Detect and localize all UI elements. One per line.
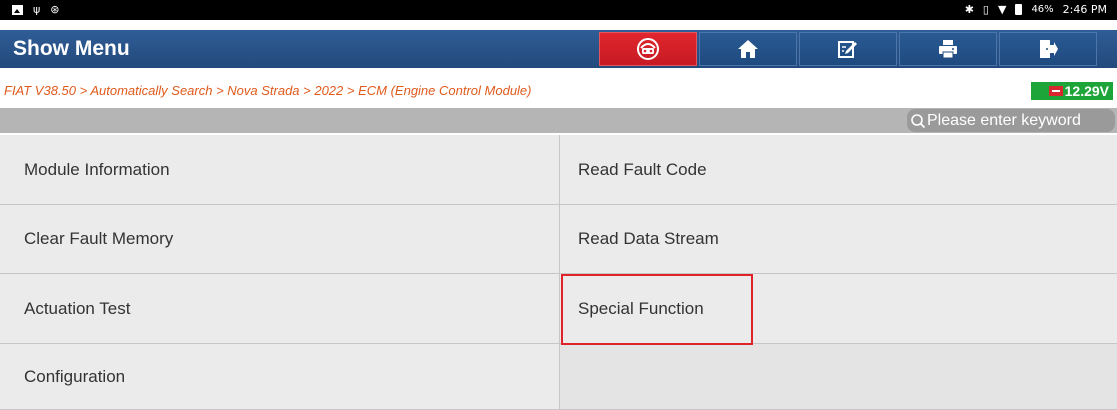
diagnostic-button[interactable]	[599, 32, 697, 66]
car-battery-icon	[1048, 86, 1063, 96]
exit-button[interactable]	[999, 32, 1097, 66]
status-bar: ψ ⊛ ✱ ▯ ▼ 46% 2:46 PM	[0, 0, 1117, 20]
breadcrumb: FIAT V38.50 > Automatically Search > Nov…	[4, 83, 532, 98]
page-title: Show Menu	[13, 37, 130, 60]
menu-item-read-data-stream[interactable]: Read Data Stream	[560, 205, 1117, 274]
status-left-icons: ψ ⊛	[12, 3, 59, 16]
status-time: 2:46 PM	[1062, 3, 1107, 16]
accessibility-icon: ⊛	[50, 3, 60, 16]
title-bar: Show Menu	[0, 30, 1117, 68]
battery-percent: 46%	[1031, 4, 1054, 15]
edit-icon	[838, 41, 857, 58]
menu-item-configuration[interactable]: Configuration	[0, 344, 560, 410]
diagnostic-icon	[637, 38, 659, 60]
status-right-icons: ✱ ▯ ▼ 46% 2:46 PM	[965, 3, 1107, 16]
function-menu-grid: Module Information Read Fault Code Clear…	[0, 135, 1117, 410]
exit-icon	[1040, 40, 1058, 58]
breadcrumb-bar: FIAT V38.50 > Automatically Search > Nov…	[0, 80, 1117, 102]
home-icon	[738, 40, 758, 58]
edit-button[interactable]	[799, 32, 897, 66]
print-icon	[939, 40, 957, 59]
battery-voltage-badge: 12.29V	[1031, 82, 1113, 100]
print-button[interactable]	[899, 32, 997, 66]
battery-icon	[1015, 4, 1023, 15]
image-icon	[12, 4, 23, 15]
menu-item-special-function[interactable]: Special Function	[560, 274, 1117, 344]
menu-item-empty	[560, 344, 1117, 410]
home-button[interactable]	[699, 32, 797, 66]
menu-item-module-information[interactable]: Module Information	[0, 135, 560, 205]
menu-item-read-fault-code[interactable]: Read Fault Code	[560, 135, 1117, 205]
voltage-value: 12.29V	[1064, 83, 1109, 99]
search-placeholder: Please enter keyword	[927, 111, 1081, 129]
search-input[interactable]: Please enter keyword	[907, 109, 1115, 132]
vibrate-icon: ▯	[982, 3, 989, 16]
usb-icon: ψ	[33, 3, 41, 16]
search-bar: Please enter keyword	[0, 108, 1117, 133]
menu-item-actuation-test[interactable]: Actuation Test	[0, 274, 560, 344]
bluetooth-icon: ✱	[964, 3, 974, 16]
search-icon	[911, 113, 926, 128]
menu-item-clear-fault-memory[interactable]: Clear Fault Memory	[0, 205, 560, 274]
wifi-icon: ▼	[997, 3, 1007, 16]
